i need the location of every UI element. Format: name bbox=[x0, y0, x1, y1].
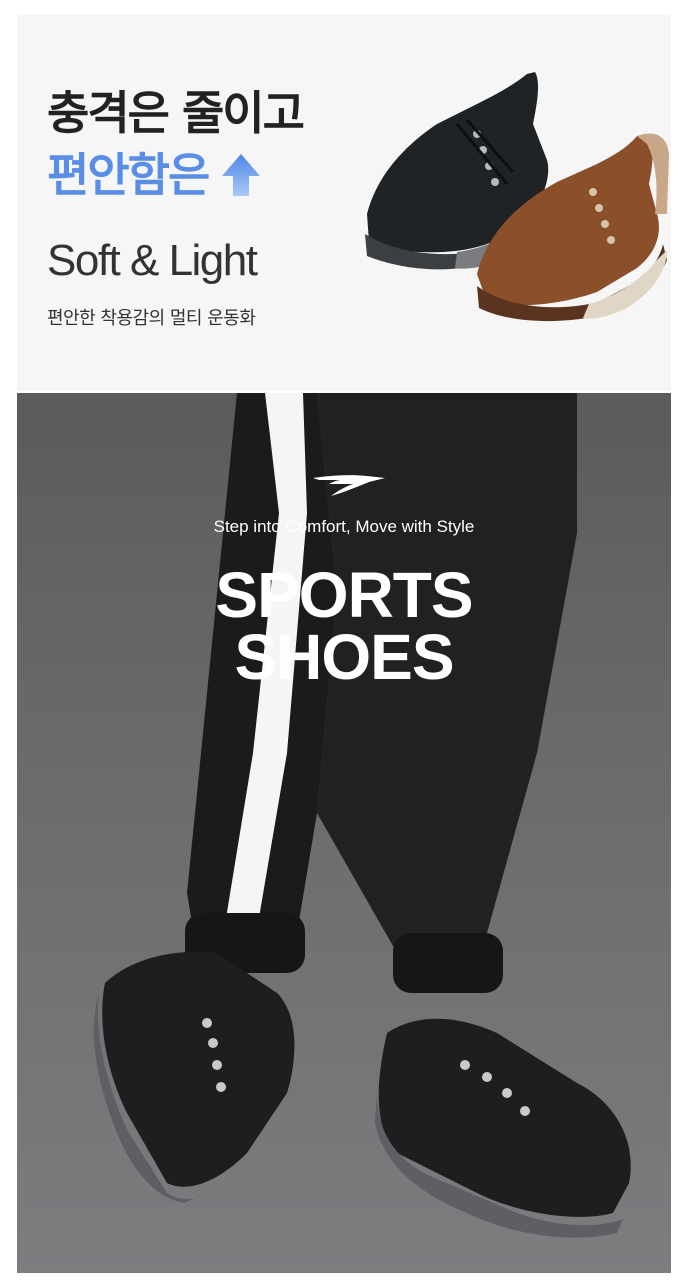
top-banner: 충격은 줄이고 편안함은 Soft & Light 편안한 착용감의 멀티 운동… bbox=[17, 14, 671, 391]
hero-banner: Step into Comfort, Move with Style SPORT… bbox=[17, 393, 671, 1273]
hero-tagline: Step into Comfort, Move with Style bbox=[213, 517, 475, 536]
swoosh-logo-icon bbox=[313, 475, 385, 496]
subtitle-soft-light: Soft & Light bbox=[47, 236, 258, 285]
headline-line-2-row: 편안함은 bbox=[47, 146, 262, 204]
headline-line-1: 충격은 줄이고 bbox=[47, 86, 305, 140]
product-description: 편안한 착용감의 멀티 운동화 bbox=[47, 308, 256, 329]
up-arrow-icon bbox=[220, 152, 262, 198]
hero-title-line-1: SPORTS bbox=[215, 559, 473, 631]
product-shoes-image bbox=[365, 72, 669, 322]
headline-line-2: 편안함은 bbox=[47, 148, 210, 202]
hero-title-line-2: SHOES bbox=[234, 621, 454, 693]
